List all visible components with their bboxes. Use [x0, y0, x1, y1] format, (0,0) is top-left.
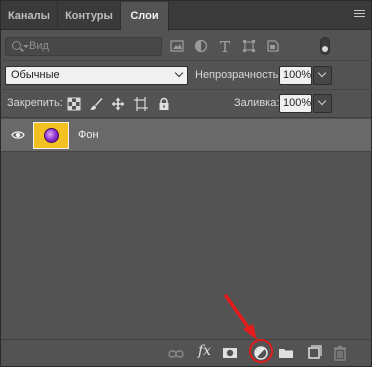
lock-transparent-pixels-icon[interactable]: [67, 97, 81, 111]
fill-label: Заливка:: [234, 97, 280, 109]
tab-layers[interactable]: Слои: [121, 2, 169, 31]
opacity-value: 100%: [283, 69, 312, 81]
lock-position-icon[interactable]: [111, 97, 125, 111]
layers-list: Фон: [1, 117, 371, 339]
lock-all-icon[interactable]: [157, 97, 171, 111]
bottom-toolbar: fx: [1, 339, 371, 366]
fill-field[interactable]: 100%: [279, 94, 312, 113]
layer-thumbnail[interactable]: [33, 122, 69, 149]
shape-filter-icon[interactable]: [242, 39, 256, 53]
smart-object-filter-icon[interactable]: [266, 39, 280, 53]
new-layer-icon[interactable]: [306, 345, 322, 361]
filter-kind-select[interactable]: Вид: [5, 37, 162, 56]
fill-value: 100%: [283, 97, 312, 109]
link-layers-icon[interactable]: [168, 346, 184, 362]
add-mask-icon[interactable]: [222, 345, 238, 361]
tab-paths[interactable]: Контуры: [58, 2, 121, 30]
adjustment-filter-icon[interactable]: [194, 39, 208, 53]
highlight-circle: [249, 339, 273, 363]
blend-row: Обычные Непрозрачность: 100%: [0, 62, 372, 90]
lock-label: Закрепить:: [7, 97, 63, 109]
layer-name[interactable]: Фон: [78, 129, 99, 141]
image-filter-icon[interactable]: [170, 39, 184, 53]
panel-menu-icon[interactable]: [354, 10, 365, 19]
filter-row: Вид: [0, 31, 372, 61]
new-group-icon[interactable]: [278, 345, 294, 361]
lock-row: Закрепить: Заливка: 100%: [0, 91, 372, 117]
eye-icon[interactable]: [11, 129, 25, 141]
layer-row[interactable]: Фон: [1, 119, 371, 152]
lock-artboard-icon[interactable]: [134, 97, 148, 111]
panel-tab-bar: Каналы Контуры Слои: [1, 1, 371, 31]
filter-toggle[interactable]: [320, 37, 330, 55]
opacity-field[interactable]: 100%: [279, 66, 312, 85]
lock-image-pixels-icon[interactable]: [89, 97, 103, 111]
blend-mode-value: Обычные: [11, 69, 60, 81]
tab-channels[interactable]: Каналы: [1, 2, 58, 30]
opacity-label: Непрозрачность:: [195, 69, 282, 81]
thumbnail-image: [44, 128, 59, 143]
search-icon: [12, 41, 21, 50]
type-filter-icon[interactable]: [218, 39, 232, 53]
delete-icon[interactable]: [332, 345, 348, 361]
blend-mode-select[interactable]: Обычные: [5, 66, 188, 85]
fx-icon[interactable]: fx: [198, 343, 211, 359]
filter-kind-label: Вид: [29, 40, 49, 52]
